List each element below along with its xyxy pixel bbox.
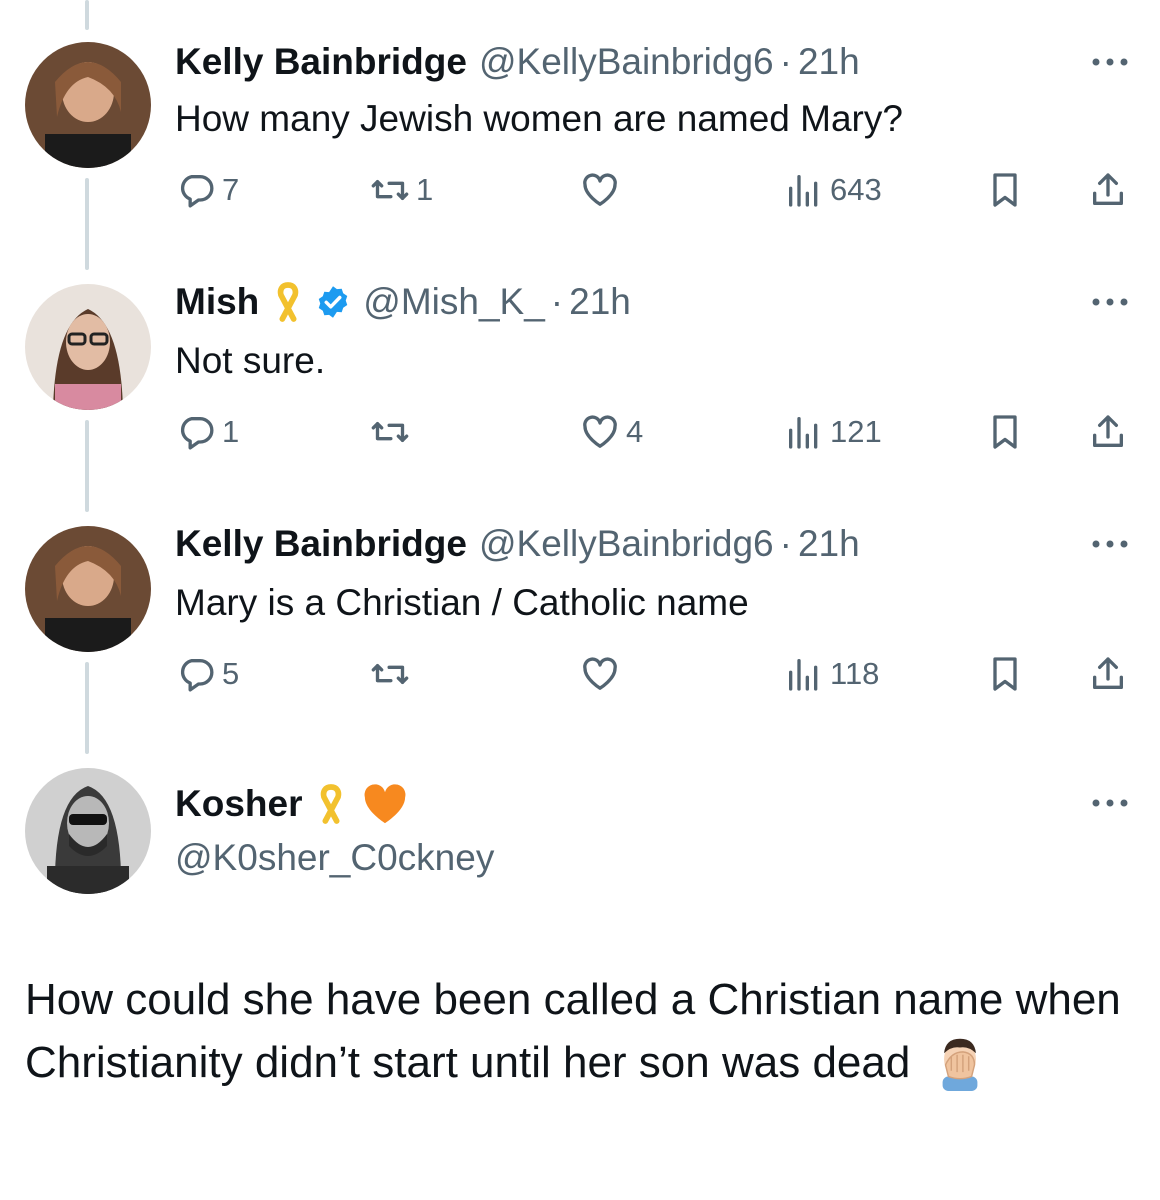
reply-button[interactable]: 1 xyxy=(176,412,239,452)
views-icon xyxy=(789,659,818,691)
avatar-photo xyxy=(25,284,151,410)
more-icon[interactable] xyxy=(1088,52,1132,72)
repost-button[interactable] xyxy=(370,654,416,694)
reply-button[interactable]: 7 xyxy=(176,170,239,210)
orange-heart-icon xyxy=(365,784,406,824)
thread-line xyxy=(85,178,89,270)
more-icon[interactable] xyxy=(1088,534,1132,554)
man-facepalming-emoji xyxy=(942,1038,977,1091)
separator: · xyxy=(779,41,792,82)
views-button[interactable]: 643 xyxy=(784,170,882,210)
views-button[interactable]: 121 xyxy=(784,412,882,452)
avatar-photo xyxy=(25,42,151,168)
author-handle[interactable]: @KellyBainbridg6 xyxy=(479,40,774,84)
share-button[interactable] xyxy=(1088,654,1128,694)
repost-icon xyxy=(371,664,409,684)
repost-button[interactable]: 1 xyxy=(370,170,433,210)
reply-count: 7 xyxy=(222,172,240,207)
view-count: 643 xyxy=(830,172,882,207)
view-count: 121 xyxy=(830,414,882,449)
verified-badge-icon[interactable] xyxy=(315,284,351,320)
yellow-ribbon-icon xyxy=(278,282,299,322)
timestamp[interactable]: 21h xyxy=(798,40,860,84)
author-handle[interactable]: @KellyBainbridg6 xyxy=(479,522,774,566)
avatar[interactable] xyxy=(25,526,151,652)
avatar[interactable] xyxy=(25,42,151,168)
like-icon xyxy=(583,415,617,448)
like-button[interactable] xyxy=(580,654,626,694)
avatar[interactable] xyxy=(25,768,151,894)
views-icon xyxy=(789,175,818,207)
separator: · xyxy=(779,523,792,564)
separator: · xyxy=(550,281,564,322)
more-icon[interactable] xyxy=(1088,292,1132,312)
author-name[interactable]: Mish xyxy=(175,280,259,324)
author-handle[interactable]: @K0sher_C0ckney xyxy=(175,836,494,880)
reply-icon xyxy=(180,417,214,450)
bookmark-button[interactable] xyxy=(985,654,1025,694)
repost-icon xyxy=(371,180,409,200)
reply-icon xyxy=(180,175,214,208)
author-name[interactable]: Kelly Bainbridge xyxy=(175,40,467,84)
avatar[interactable] xyxy=(25,284,151,410)
bookmark-button[interactable] xyxy=(985,412,1025,452)
yellow-ribbon-icon xyxy=(321,784,342,824)
share-icon xyxy=(1093,415,1123,447)
author-name[interactable]: Kelly Bainbridge xyxy=(175,522,467,566)
share-button[interactable] xyxy=(1088,170,1128,210)
like-icon xyxy=(583,657,617,690)
views-icon xyxy=(789,417,818,449)
like-icon xyxy=(583,173,617,206)
reply-icon xyxy=(180,659,214,692)
bookmark-icon xyxy=(993,415,1017,449)
tweet-text: Mary is a Christian / Catholic name xyxy=(175,582,749,623)
avatar-photo xyxy=(25,768,151,894)
thread-line xyxy=(85,0,89,30)
like-count: 4 xyxy=(626,414,644,449)
share-icon xyxy=(1093,657,1123,689)
reply-button[interactable]: 5 xyxy=(176,654,239,694)
author-handle[interactable]: @Mish_K_ xyxy=(363,280,545,324)
share-icon xyxy=(1093,173,1123,205)
repost-button[interactable] xyxy=(370,412,416,452)
reply-count: 1 xyxy=(222,414,240,449)
like-button[interactable]: 4 xyxy=(580,412,643,452)
like-button[interactable] xyxy=(580,170,626,210)
bookmark-icon xyxy=(993,173,1017,207)
bookmark-icon xyxy=(993,657,1017,691)
views-button[interactable]: 118 xyxy=(784,654,879,694)
view-count: 118 xyxy=(830,656,880,691)
tweet-text: How many Jewish women are named Mary? xyxy=(175,98,903,139)
thread-line xyxy=(85,420,89,512)
reply-count: 5 xyxy=(222,656,240,691)
avatar-photo xyxy=(25,526,151,652)
timestamp[interactable]: 21h xyxy=(569,280,631,324)
author-name[interactable]: Kosher xyxy=(175,782,302,826)
more-icon[interactable] xyxy=(1088,793,1132,813)
thread-line xyxy=(85,662,89,754)
timestamp[interactable]: 21h xyxy=(798,522,860,566)
repost-count: 1 xyxy=(416,172,434,207)
share-button[interactable] xyxy=(1088,412,1128,452)
bookmark-button[interactable] xyxy=(985,170,1025,210)
post-text-block: How could she have been called a Christi… xyxy=(25,968,1135,1094)
tweet-text: Not sure. xyxy=(175,340,326,381)
repost-icon xyxy=(371,422,409,442)
